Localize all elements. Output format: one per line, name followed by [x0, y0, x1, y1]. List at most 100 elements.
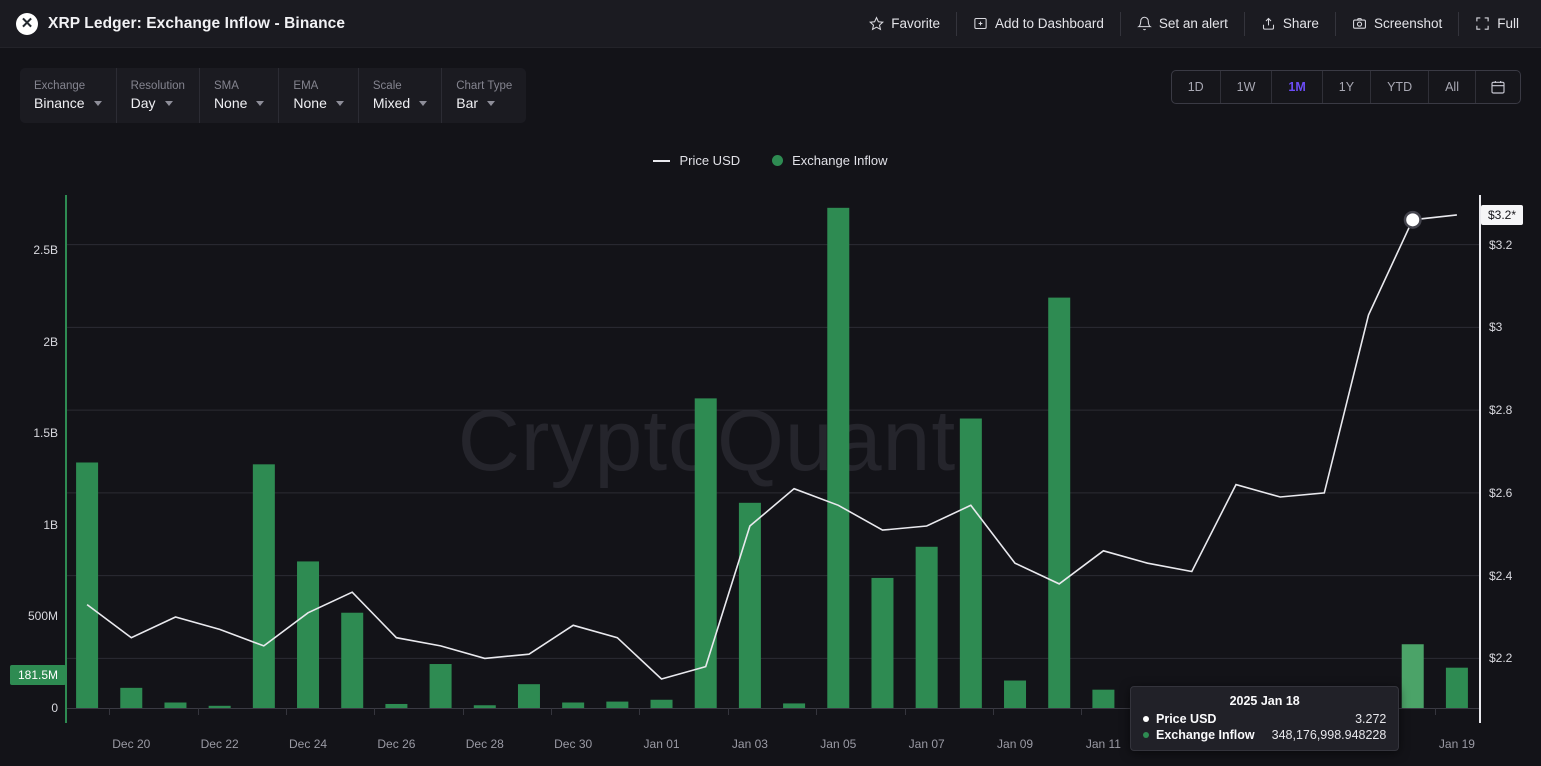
bar[interactable]	[871, 578, 893, 708]
control-resolution-label: Resolution	[131, 80, 185, 92]
bar[interactable]	[960, 419, 982, 708]
bell-icon	[1137, 16, 1152, 31]
control-sma-label: SMA	[214, 80, 264, 92]
add-to-dashboard-icon	[973, 16, 988, 31]
bar[interactable]	[1092, 690, 1114, 708]
control-exchange-value: Binance	[34, 95, 85, 111]
control-sma[interactable]: SMA None	[200, 68, 279, 123]
bar[interactable]	[695, 398, 717, 708]
x-axis-tick	[109, 708, 110, 715]
x-axis-tick-label: Jan 09	[997, 737, 1033, 751]
x-axis-tick-label: Jan 05	[820, 737, 856, 751]
add-to-dashboard-label: Add to Dashboard	[995, 16, 1104, 31]
control-resolution[interactable]: Resolution Day	[117, 68, 200, 123]
control-ema-label: EMA	[293, 80, 343, 92]
legend-label-exchange-inflow: Exchange Inflow	[792, 153, 887, 168]
x-axis-tick	[993, 708, 994, 715]
range-button-1m[interactable]: 1M	[1272, 71, 1322, 103]
price-marker-dot[interactable]	[1406, 213, 1419, 226]
y-axis-left-tick: 0	[51, 701, 58, 715]
bar[interactable]	[341, 613, 363, 708]
bar[interactable]	[76, 462, 98, 708]
x-axis-tick	[816, 708, 817, 715]
share-label: Share	[1283, 16, 1319, 31]
x-axis-tick	[551, 708, 552, 715]
y-axis-left-tick: 1B	[43, 518, 58, 532]
y-axis-left-tick: 2B	[43, 335, 58, 349]
x-axis-tick-label: Jan 01	[644, 737, 680, 751]
bar[interactable]	[1004, 681, 1026, 708]
x-axis-tick	[463, 708, 464, 715]
chevron-down-icon	[256, 101, 264, 106]
share-button[interactable]: Share	[1245, 12, 1336, 36]
y-axis-left-line	[65, 195, 67, 723]
add-to-dashboard-button[interactable]: Add to Dashboard	[957, 12, 1121, 36]
control-scale-value: Mixed	[373, 95, 410, 111]
tooltip-name-inflow: Exchange Inflow	[1156, 728, 1255, 742]
range-button-1w[interactable]: 1W	[1221, 71, 1273, 103]
favorite-button[interactable]: Favorite	[853, 12, 957, 36]
control-ema[interactable]: EMA None	[279, 68, 358, 123]
bar[interactable]	[651, 700, 673, 708]
x-axis-tick	[286, 708, 287, 715]
price-line	[87, 215, 1457, 679]
control-scale[interactable]: Scale Mixed	[359, 68, 442, 123]
tooltip-row-inflow: Exchange Inflow 348,176,998.948228	[1143, 728, 1386, 742]
bar[interactable]	[739, 503, 761, 708]
bar[interactable]	[120, 688, 142, 708]
tooltip-value-inflow: 348,176,998.948228	[1262, 728, 1387, 742]
range-button-all[interactable]: All	[1429, 71, 1476, 103]
range-button-1y[interactable]: 1Y	[1323, 71, 1371, 103]
legend-dot-icon	[772, 155, 783, 166]
favorite-label: Favorite	[891, 16, 940, 31]
x-axis-tick-label: Dec 24	[289, 737, 327, 751]
y-axis-right-tick: $2.6	[1489, 486, 1512, 500]
y-axis-right-tick: $2.8	[1489, 403, 1512, 417]
bar[interactable]	[916, 547, 938, 708]
chevron-down-icon	[165, 101, 173, 106]
tooltip-name-price: Price USD	[1156, 712, 1216, 726]
legend-item-price-usd[interactable]: Price USD	[653, 153, 740, 168]
bar[interactable]	[1402, 644, 1424, 708]
set-alert-button[interactable]: Set an alert	[1121, 12, 1245, 36]
control-exchange[interactable]: Exchange Binance	[20, 68, 117, 123]
bar[interactable]	[1048, 298, 1070, 708]
control-sma-value: None	[214, 95, 247, 111]
y-axis-right-line	[1479, 195, 1481, 723]
control-chart-type[interactable]: Chart Type Bar	[442, 68, 526, 123]
x-axis-tick-label: Jan 07	[909, 737, 945, 751]
y-axis-left-tick: 500M	[28, 609, 58, 623]
x-axis-tick-label: Dec 20	[112, 737, 150, 751]
bar[interactable]	[430, 664, 452, 708]
chart-svg	[65, 195, 1479, 708]
bar[interactable]	[297, 561, 319, 708]
x-axis-tick	[905, 708, 906, 715]
chart-canvas[interactable]: CryptoQuant 0500M1B1.5B2B2.5B$2.2$2.4$2.…	[0, 185, 1541, 766]
bar[interactable]	[1446, 668, 1468, 708]
plot-area[interactable]	[65, 195, 1479, 708]
bar[interactable]	[253, 464, 275, 708]
xrp-logo-icon: ✕	[16, 13, 38, 35]
screenshot-button[interactable]: Screenshot	[1336, 12, 1459, 36]
camera-icon	[1352, 16, 1367, 31]
top-toolbar: ✕ XRP Ledger: Exchange Inflow - Binance …	[0, 0, 1541, 48]
range-button-1d[interactable]: 1D	[1172, 71, 1221, 103]
left-axis-badge: 181.5M	[10, 665, 66, 685]
calendar-icon[interactable]	[1476, 79, 1520, 95]
share-icon	[1261, 16, 1276, 31]
bar[interactable]	[827, 208, 849, 708]
fullscreen-label: Full	[1497, 16, 1519, 31]
legend-item-exchange-inflow[interactable]: Exchange Inflow	[772, 153, 887, 168]
control-exchange-label: Exchange	[34, 80, 102, 92]
control-chart-type-value: Bar	[456, 95, 478, 111]
y-axis-right-tick: $3	[1489, 320, 1502, 334]
x-axis-tick-label: Jan 03	[732, 737, 768, 751]
fullscreen-button[interactable]: Full	[1459, 12, 1527, 36]
range-button-ytd[interactable]: YTD	[1371, 71, 1429, 103]
controls-bar: Exchange Binance Resolution Day SMA None…	[20, 68, 526, 123]
x-axis-tick	[728, 708, 729, 715]
bar[interactable]	[518, 684, 540, 708]
x-axis-tick-label: Jan 11	[1086, 737, 1121, 751]
tooltip-dot-price-icon	[1143, 716, 1149, 722]
x-axis-tick	[374, 708, 375, 715]
